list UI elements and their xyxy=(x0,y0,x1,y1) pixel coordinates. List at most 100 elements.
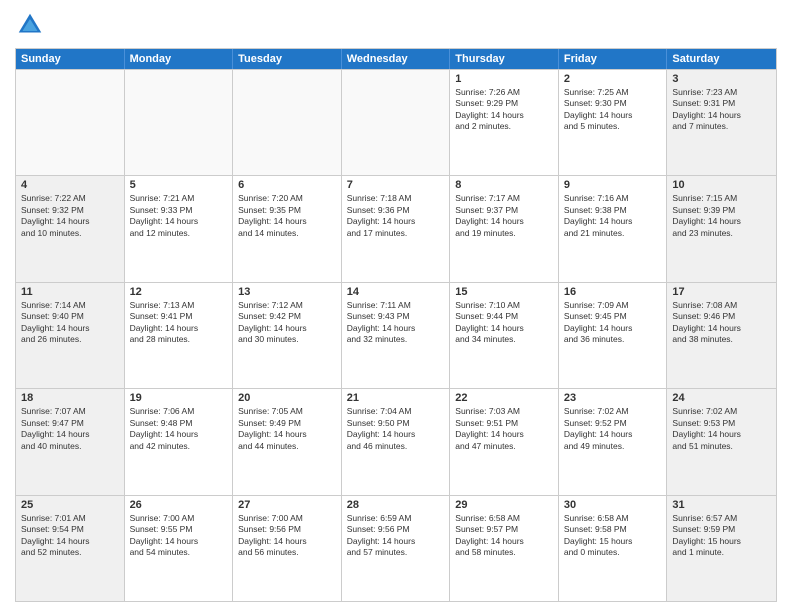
cell-content: Sunrise: 7:12 AM Sunset: 9:42 PM Dayligh… xyxy=(238,300,336,346)
cell-content: Sunrise: 7:11 AM Sunset: 9:43 PM Dayligh… xyxy=(347,300,445,346)
calendar-cell: 20Sunrise: 7:05 AM Sunset: 9:49 PM Dayli… xyxy=(233,389,342,494)
calendar-body: 1 Sunrise: 7:26 AM Sunset: 9:29 PM Daylig… xyxy=(16,69,776,601)
calendar-cell: 7 Sunrise: 7:18 AM Sunset: 9:36 PM Daylig… xyxy=(342,176,451,281)
calendar-cell: 16 Sunrise: 7:09 AM Sunset: 9:45 PM Dayli… xyxy=(559,283,668,388)
cell-content: Sunrise: 7:06 AM Sunset: 9:48 PM Dayligh… xyxy=(130,406,228,452)
calendar-cell: 9 Sunrise: 7:16 AM Sunset: 9:38 PM Daylig… xyxy=(559,176,668,281)
calendar: SundayMondayTuesdayWednesdayThursdayFrid… xyxy=(15,48,777,602)
day-number: 30 xyxy=(564,499,662,511)
calendar-cell: 22 Sunrise: 7:03 AM Sunset: 9:51 PM Dayli… xyxy=(450,389,559,494)
day-number: 18 xyxy=(21,392,119,404)
calendar-row: 1 Sunrise: 7:26 AM Sunset: 9:29 PM Daylig… xyxy=(16,69,776,175)
day-number: 3 xyxy=(672,73,771,85)
cell-content: Sunrise: 7:16 AM Sunset: 9:38 PM Dayligh… xyxy=(564,193,662,239)
calendar-row: 4 Sunrise: 7:22 AM Sunset: 9:32 PM Daylig… xyxy=(16,175,776,281)
weekday-header: Monday xyxy=(125,49,234,69)
day-number: 8 xyxy=(455,179,553,191)
calendar-cell: 21 Sunrise: 7:04 AM Sunset: 9:50 PM Dayli… xyxy=(342,389,451,494)
calendar-cell: 3Sunrise: 7:23 AM Sunset: 9:31 PM Daylig… xyxy=(667,70,776,175)
calendar-cell xyxy=(342,70,451,175)
calendar-cell: 12 Sunrise: 7:13 AM Sunset: 9:41 PM Dayli… xyxy=(125,283,234,388)
cell-content: Sunrise: 7:17 AM Sunset: 9:37 PM Dayligh… xyxy=(455,193,553,239)
cell-content: Sunrise: 7:03 AM Sunset: 9:51 PM Dayligh… xyxy=(455,406,553,452)
day-number: 9 xyxy=(564,179,662,191)
cell-content: Sunrise: 7:26 AM Sunset: 9:29 PM Dayligh… xyxy=(455,87,553,133)
cell-content: Sunrise: 7:20 AM Sunset: 9:35 PM Dayligh… xyxy=(238,193,336,239)
cell-content: Sunrise: 7:25 AM Sunset: 9:30 PM Dayligh… xyxy=(564,87,662,133)
calendar-cell: 31Sunrise: 6:57 AM Sunset: 9:59 PM Dayli… xyxy=(667,496,776,601)
cell-content: Sunrise: 6:58 AM Sunset: 9:58 PM Dayligh… xyxy=(564,513,662,559)
cell-content: Sunrise: 7:22 AM Sunset: 9:32 PM Dayligh… xyxy=(21,193,119,239)
day-number: 10 xyxy=(672,179,771,191)
cell-content: Sunrise: 6:58 AM Sunset: 9:57 PM Dayligh… xyxy=(455,513,553,559)
cell-content: Sunrise: 7:02 AM Sunset: 9:52 PM Dayligh… xyxy=(564,406,662,452)
day-number: 15 xyxy=(455,286,553,298)
day-number: 22 xyxy=(455,392,553,404)
day-number: 2 xyxy=(564,73,662,85)
calendar-cell: 25 Sunrise: 7:01 AM Sunset: 9:54 PM Dayli… xyxy=(16,496,125,601)
day-number: 21 xyxy=(347,392,445,404)
cell-content: Sunrise: 7:08 AM Sunset: 9:46 PM Dayligh… xyxy=(672,300,771,346)
calendar-cell: 2 Sunrise: 7:25 AM Sunset: 9:30 PM Daylig… xyxy=(559,70,668,175)
cell-content: Sunrise: 7:04 AM Sunset: 9:50 PM Dayligh… xyxy=(347,406,445,452)
page: SundayMondayTuesdayWednesdayThursdayFrid… xyxy=(0,0,792,612)
calendar-cell: 18 Sunrise: 7:07 AM Sunset: 9:47 PM Dayli… xyxy=(16,389,125,494)
calendar-cell: 19 Sunrise: 7:06 AM Sunset: 9:48 PM Dayli… xyxy=(125,389,234,494)
weekday-header: Tuesday xyxy=(233,49,342,69)
day-number: 4 xyxy=(21,179,119,191)
calendar-cell: 13 Sunrise: 7:12 AM Sunset: 9:42 PM Dayli… xyxy=(233,283,342,388)
day-number: 27 xyxy=(238,499,336,511)
cell-content: Sunrise: 7:07 AM Sunset: 9:47 PM Dayligh… xyxy=(21,406,119,452)
day-number: 31 xyxy=(672,499,771,511)
day-number: 5 xyxy=(130,179,228,191)
calendar-cell: 10 Sunrise: 7:15 AM Sunset: 9:39 PM Dayli… xyxy=(667,176,776,281)
calendar-header: SundayMondayTuesdayWednesdayThursdayFrid… xyxy=(16,49,776,69)
day-number: 24 xyxy=(672,392,771,404)
calendar-row: 11Sunrise: 7:14 AM Sunset: 9:40 PM Dayli… xyxy=(16,282,776,388)
day-number: 12 xyxy=(130,286,228,298)
day-number: 16 xyxy=(564,286,662,298)
cell-content: Sunrise: 7:00 AM Sunset: 9:56 PM Dayligh… xyxy=(238,513,336,559)
calendar-cell: 14 Sunrise: 7:11 AM Sunset: 9:43 PM Dayli… xyxy=(342,283,451,388)
cell-content: Sunrise: 7:18 AM Sunset: 9:36 PM Dayligh… xyxy=(347,193,445,239)
calendar-cell: 4 Sunrise: 7:22 AM Sunset: 9:32 PM Daylig… xyxy=(16,176,125,281)
calendar-cell xyxy=(16,70,125,175)
day-number: 14 xyxy=(347,286,445,298)
day-number: 25 xyxy=(21,499,119,511)
calendar-cell: 6 Sunrise: 7:20 AM Sunset: 9:35 PM Daylig… xyxy=(233,176,342,281)
cell-content: Sunrise: 7:15 AM Sunset: 9:39 PM Dayligh… xyxy=(672,193,771,239)
day-number: 11 xyxy=(21,286,119,298)
weekday-header: Wednesday xyxy=(342,49,451,69)
cell-content: Sunrise: 7:01 AM Sunset: 9:54 PM Dayligh… xyxy=(21,513,119,559)
cell-content: Sunrise: 7:09 AM Sunset: 9:45 PM Dayligh… xyxy=(564,300,662,346)
day-number: 7 xyxy=(347,179,445,191)
cell-content: Sunrise: 7:13 AM Sunset: 9:41 PM Dayligh… xyxy=(130,300,228,346)
day-number: 29 xyxy=(455,499,553,511)
calendar-cell: 24 Sunrise: 7:02 AM Sunset: 9:53 PM Dayli… xyxy=(667,389,776,494)
calendar-cell: 30 Sunrise: 6:58 AM Sunset: 9:58 PM Dayli… xyxy=(559,496,668,601)
calendar-cell: 26Sunrise: 7:00 AM Sunset: 9:55 PM Dayli… xyxy=(125,496,234,601)
logo-icon xyxy=(15,10,45,40)
calendar-cell xyxy=(125,70,234,175)
calendar-cell: 27 Sunrise: 7:00 AM Sunset: 9:56 PM Dayli… xyxy=(233,496,342,601)
header xyxy=(15,10,777,40)
day-number: 6 xyxy=(238,179,336,191)
cell-content: Sunrise: 7:21 AM Sunset: 9:33 PM Dayligh… xyxy=(130,193,228,239)
day-number: 28 xyxy=(347,499,445,511)
day-number: 1 xyxy=(455,73,553,85)
calendar-cell: 1 Sunrise: 7:26 AM Sunset: 9:29 PM Daylig… xyxy=(450,70,559,175)
weekday-header: Sunday xyxy=(16,49,125,69)
day-number: 19 xyxy=(130,392,228,404)
cell-content: Sunrise: 7:10 AM Sunset: 9:44 PM Dayligh… xyxy=(455,300,553,346)
cell-content: Sunrise: 7:05 AM Sunset: 9:49 PM Dayligh… xyxy=(238,406,336,452)
day-number: 13 xyxy=(238,286,336,298)
calendar-cell: 11Sunrise: 7:14 AM Sunset: 9:40 PM Dayli… xyxy=(16,283,125,388)
calendar-cell: 15 Sunrise: 7:10 AM Sunset: 9:44 PM Dayli… xyxy=(450,283,559,388)
calendar-cell: 29 Sunrise: 6:58 AM Sunset: 9:57 PM Dayli… xyxy=(450,496,559,601)
cell-content: Sunrise: 7:02 AM Sunset: 9:53 PM Dayligh… xyxy=(672,406,771,452)
calendar-row: 18 Sunrise: 7:07 AM Sunset: 9:47 PM Dayli… xyxy=(16,388,776,494)
calendar-cell: 28Sunrise: 6:59 AM Sunset: 9:56 PM Dayli… xyxy=(342,496,451,601)
calendar-row: 25 Sunrise: 7:01 AM Sunset: 9:54 PM Dayli… xyxy=(16,495,776,601)
calendar-cell: 5 Sunrise: 7:21 AM Sunset: 9:33 PM Daylig… xyxy=(125,176,234,281)
calendar-cell: 17Sunrise: 7:08 AM Sunset: 9:46 PM Dayli… xyxy=(667,283,776,388)
